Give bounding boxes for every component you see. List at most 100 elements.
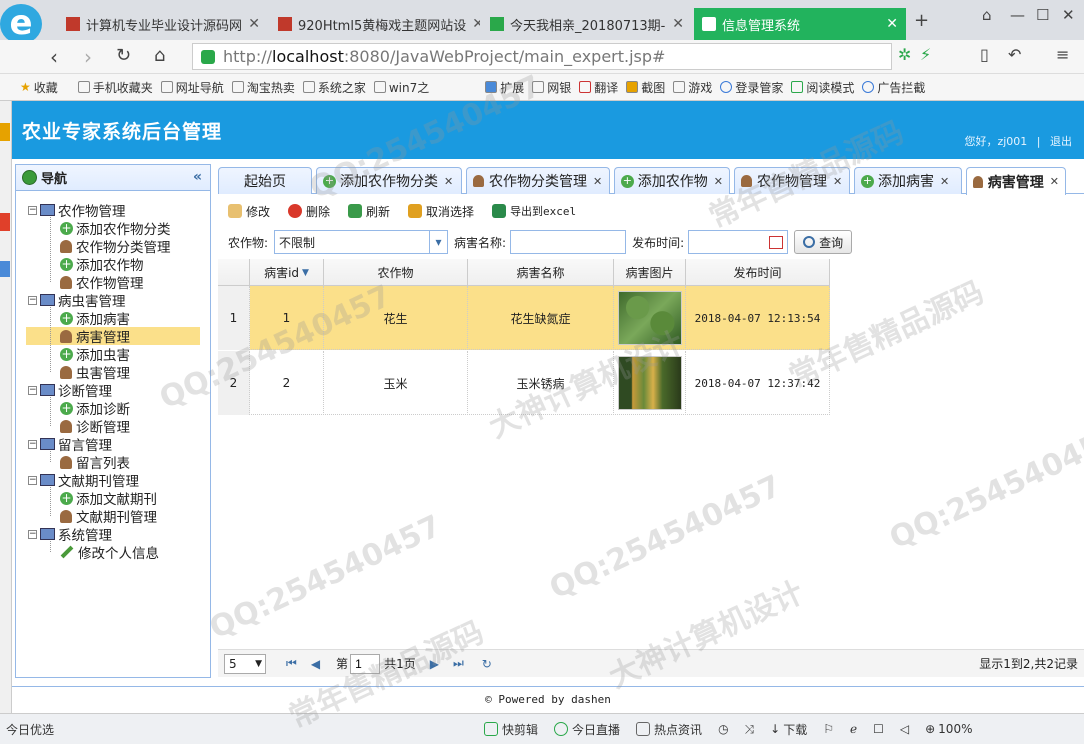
table-row[interactable]: 2 2 玉米 玉米锈病 2018-04-07 12:37:42 — [218, 351, 830, 415]
logout-link[interactable]: 退出 — [1050, 135, 1072, 148]
delete-button[interactable]: 删除 — [288, 203, 330, 220]
adblock-button[interactable]: 广告拦截 — [862, 79, 925, 96]
column-header[interactable]: 病害图片 — [614, 259, 686, 286]
prev-page-icon[interactable]: ◀ — [311, 657, 320, 671]
games-button[interactable]: 游戏 — [673, 79, 712, 96]
compass-icon[interactable]: ◷ — [718, 722, 728, 736]
collapse-toggle-icon[interactable]: − — [28, 475, 37, 485]
close-icon[interactable]: ✕ — [940, 175, 949, 188]
bookmark-favorites[interactable]: ★ 收藏 — [20, 79, 58, 96]
bookmark-system[interactable]: 系统之家 — [302, 79, 366, 96]
column-header[interactable]: 病害id ▼ — [250, 259, 324, 286]
maximize-icon[interactable]: ☐ — [1036, 6, 1049, 24]
column-header[interactable]: 农作物 — [324, 259, 468, 286]
collapse-toggle-icon[interactable]: − — [28, 295, 37, 305]
tab[interactable]: + 添加病害 ✕ — [854, 167, 962, 194]
browser-tab-active[interactable]: 信息管理系统 ✕ — [694, 8, 906, 40]
lightning-icon[interactable]: ⚡ — [920, 45, 931, 64]
menu-icon[interactable]: ≡ — [1056, 45, 1069, 64]
close-icon[interactable]: ✕ — [714, 175, 723, 188]
nav-group[interactable]: − 文献期刊管理 — [28, 471, 139, 490]
nav-item[interactable]: 农作物管理 — [60, 273, 144, 292]
page-input[interactable] — [350, 653, 381, 674]
skin-icon[interactable]: ⌂ — [982, 6, 992, 24]
collapse-icon[interactable]: « — [193, 169, 202, 185]
close-icon[interactable]: ✕ — [666, 16, 684, 32]
collapse-toggle-icon[interactable]: − — [28, 205, 37, 215]
browser-tab[interactable]: 920Html5黄梅戏主题网站设 ✕ — [270, 8, 480, 40]
url-input[interactable]: http:// localhost :8080/JavaWebProject/m… — [192, 43, 892, 70]
bookmark-nav[interactable]: 网址导航 — [160, 79, 224, 96]
tab[interactable]: 起始页 — [218, 167, 312, 194]
news-button[interactable]: 热点资讯 — [636, 721, 702, 738]
screenshot-button[interactable]: 截图 — [626, 79, 665, 96]
collapse-toggle-icon[interactable]: − — [28, 385, 37, 395]
first-page-icon[interactable]: ⏮ — [286, 656, 297, 671]
nav-item[interactable]: 文献期刊管理 — [60, 507, 157, 526]
next-page-icon[interactable]: ▶ — [430, 657, 439, 671]
last-page-icon[interactable]: ⏭ — [453, 656, 464, 671]
page-size-select[interactable]: 5 ▼ — [224, 653, 266, 674]
home-icon[interactable]: ⌂ — [154, 45, 165, 66]
tab[interactable]: 病害管理 ✕ — [966, 167, 1066, 195]
nav-group[interactable]: − 病虫害管理 — [28, 291, 126, 310]
close-icon[interactable]: ✕ — [242, 16, 260, 32]
undo-icon[interactable]: ↶ — [1008, 45, 1021, 64]
tab[interactable]: + 添加农作物分类 ✕ — [316, 167, 462, 194]
crop-select[interactable]: 不限制 ▾ — [274, 230, 449, 254]
calendar-icon[interactable] — [769, 235, 784, 249]
nav-group[interactable]: − 农作物管理 — [28, 201, 126, 220]
browser-tab[interactable]: 计算机专业毕业设计源码网 ✕ — [58, 8, 268, 40]
nav-item[interactable]: + 添加农作物 — [60, 255, 144, 274]
refresh-button[interactable]: 刷新 — [348, 203, 390, 220]
edit-button[interactable]: 修改 — [228, 203, 270, 220]
nav-group[interactable]: − 诊断管理 — [28, 381, 112, 400]
quick-edit-button[interactable]: 快剪辑 — [484, 721, 538, 738]
sidebar-mail-icon[interactable] — [0, 213, 10, 231]
live-button[interactable]: 今日直播 — [554, 721, 620, 738]
shuffle-icon[interactable]: ⤨ — [745, 722, 755, 737]
collapse-toggle-icon[interactable]: − — [28, 529, 37, 539]
tab[interactable]: 农作物管理 ✕ — [734, 167, 850, 194]
close-icon[interactable]: ✕ — [444, 175, 453, 188]
nav-group[interactable]: − 系统管理 — [28, 525, 112, 544]
nav-item[interactable]: + 添加文献期刊 — [60, 489, 157, 508]
refresh-icon[interactable]: ↻ — [482, 657, 492, 671]
nav-item[interactable]: 留言列表 — [60, 453, 130, 472]
extensions-button[interactable]: 扩展 — [485, 79, 524, 96]
ebank-button[interactable]: 网银 — [532, 79, 571, 96]
reload-icon[interactable]: ↻ — [116, 45, 131, 66]
query-button[interactable]: 查询 — [794, 230, 853, 254]
sidebar-star-icon[interactable] — [0, 123, 10, 141]
speed-icon[interactable]: ✲ — [898, 45, 911, 64]
disease-image[interactable] — [617, 356, 682, 410]
nav-item[interactable]: 诊断管理 — [60, 417, 130, 436]
tab[interactable]: + 添加农作物 ✕ — [614, 167, 730, 194]
column-header[interactable]: 发布时间 — [686, 259, 830, 286]
download-button[interactable]: ↓ 下载 — [770, 721, 807, 738]
cancel-select-button[interactable]: 取消选择 — [408, 203, 474, 220]
export-excel-button[interactable]: 导出到excel — [492, 203, 576, 219]
minimize-icon[interactable]: — — [1010, 6, 1025, 24]
sound-icon[interactable]: ◁ — [900, 722, 909, 736]
nav-group[interactable]: − 留言管理 — [28, 435, 112, 454]
browser-tab[interactable]: 今天我相亲_20180713期- ✕ — [482, 8, 692, 40]
nav-item[interactable]: + 添加诊断 — [60, 399, 130, 418]
window-close-icon[interactable]: ✕ — [1062, 6, 1075, 24]
close-icon[interactable]: ✕ — [593, 175, 602, 188]
time-input[interactable] — [688, 230, 789, 254]
status-left[interactable]: 今日优选 — [6, 721, 54, 738]
column-header[interactable]: 病害名称 — [468, 259, 614, 286]
nav-item[interactable]: 农作物分类管理 — [60, 237, 171, 256]
flag-icon[interactable]: ⚐ — [823, 722, 834, 736]
close-icon[interactable]: ✕ — [466, 16, 480, 32]
disease-image[interactable] — [617, 291, 682, 345]
window-icon[interactable]: ☐ — [873, 722, 884, 736]
bookmark-win7[interactable]: win7之 — [373, 79, 429, 96]
close-icon[interactable]: ✕ — [1050, 175, 1059, 188]
name-input[interactable] — [510, 230, 627, 254]
chevron-down-icon[interactable]: ▾ — [429, 231, 447, 253]
login-manager-button[interactable]: 登录管家 — [720, 79, 783, 96]
bookmark-taobao[interactable]: 淘宝热卖 — [231, 79, 295, 96]
nav-item[interactable]: + 添加病害 — [60, 309, 130, 328]
